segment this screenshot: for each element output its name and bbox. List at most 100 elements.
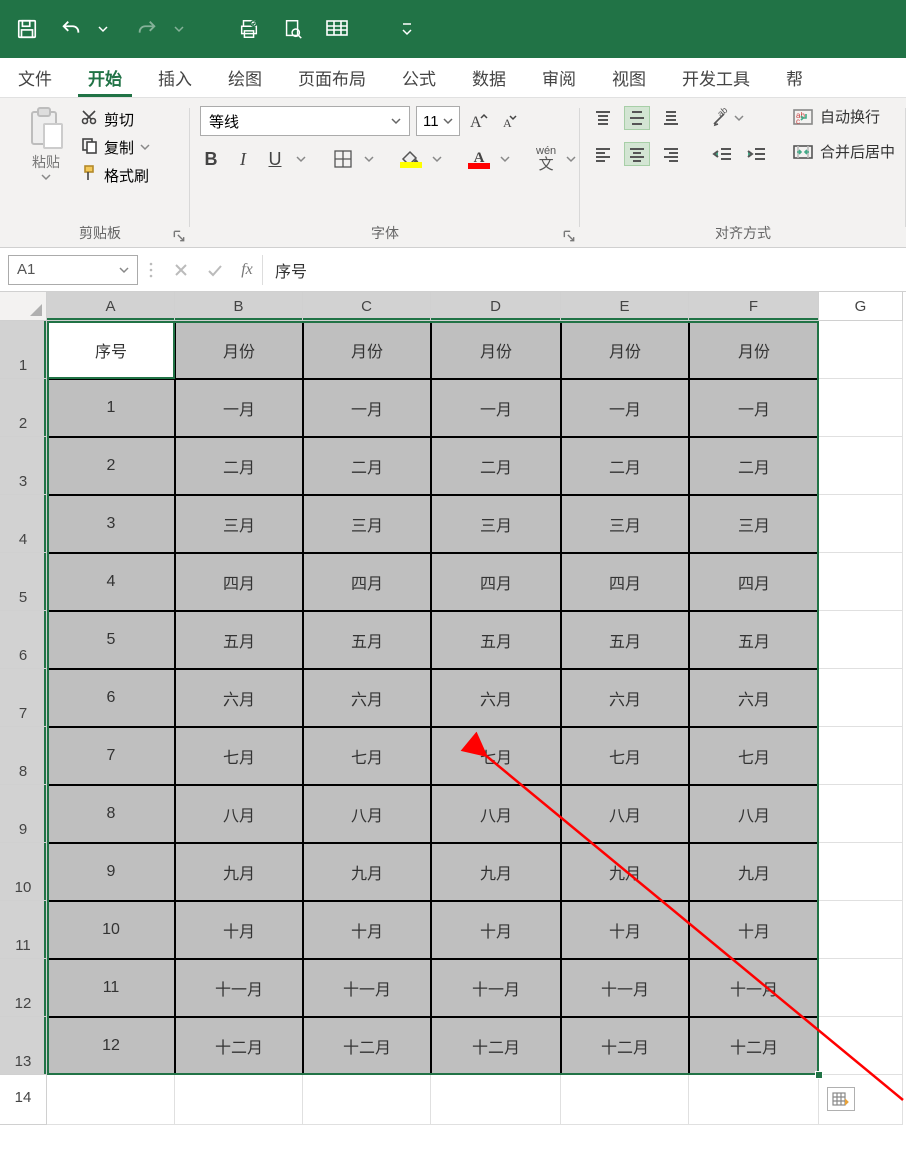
data-cell[interactable]: 十一月 — [175, 959, 303, 1017]
data-cell[interactable]: 十二月 — [175, 1017, 303, 1075]
tab-formulas[interactable]: 公式 — [384, 58, 454, 97]
data-cell[interactable]: 十月 — [689, 901, 819, 959]
empty-cell[interactable] — [819, 901, 903, 959]
empty-cell[interactable] — [561, 1075, 689, 1125]
row-header[interactable]: 3 — [0, 437, 47, 495]
font-size-combobox[interactable]: 11 — [416, 106, 460, 136]
data-cell[interactable]: 二月 — [431, 437, 561, 495]
column-header[interactable]: C — [303, 292, 431, 321]
data-cell[interactable]: 六月 — [175, 669, 303, 727]
tab-insert[interactable]: 插入 — [140, 58, 210, 97]
column-header[interactable]: B — [175, 292, 303, 321]
data-cell[interactable]: 8 — [47, 785, 175, 843]
data-cell[interactable]: 9 — [47, 843, 175, 901]
italic-button[interactable]: I — [232, 147, 254, 171]
data-cell[interactable]: 四月 — [561, 553, 689, 611]
row-header[interactable]: 14 — [0, 1075, 47, 1125]
data-cell[interactable]: 九月 — [303, 843, 431, 901]
data-cell[interactable]: 八月 — [175, 785, 303, 843]
data-cell[interactable]: 1 — [47, 379, 175, 437]
empty-cell[interactable] — [819, 321, 903, 379]
underline-dropdown[interactable] — [296, 147, 306, 171]
enter-formula-button[interactable] — [198, 255, 232, 285]
data-cell[interactable]: 一月 — [303, 379, 431, 437]
empty-cell[interactable] — [819, 1017, 903, 1075]
data-cell[interactable]: 月份 — [689, 321, 819, 379]
data-cell[interactable]: 六月 — [689, 669, 819, 727]
empty-cell[interactable] — [819, 495, 903, 553]
align-middle-button[interactable] — [624, 106, 650, 130]
data-cell[interactable]: 一月 — [689, 379, 819, 437]
tab-help[interactable]: 帮 — [768, 58, 805, 97]
font-name-combobox[interactable]: 等线 — [200, 106, 410, 136]
redo-button[interactable] — [134, 16, 160, 42]
row-header[interactable]: 8 — [0, 727, 47, 785]
data-cell[interactable]: 十月 — [175, 901, 303, 959]
data-cell[interactable]: 月份 — [303, 321, 431, 379]
phonetic-dropdown[interactable] — [566, 147, 576, 171]
empty-cell[interactable] — [819, 553, 903, 611]
column-header[interactable]: A — [47, 292, 175, 321]
cut-button[interactable]: 剪切 — [80, 108, 150, 130]
empty-cell[interactable] — [819, 437, 903, 495]
copy-button[interactable]: 复制 — [80, 136, 150, 158]
data-cell[interactable]: 11 — [47, 959, 175, 1017]
data-cell[interactable]: 三月 — [689, 495, 819, 553]
data-cell[interactable]: 十月 — [303, 901, 431, 959]
format-painter-button[interactable]: 格式刷 — [80, 164, 150, 186]
column-header[interactable]: F — [689, 292, 819, 321]
column-header[interactable]: G — [819, 292, 903, 321]
tab-page-layout[interactable]: 页面布局 — [280, 58, 384, 97]
row-header[interactable]: 11 — [0, 901, 47, 959]
data-cell[interactable]: 十一月 — [561, 959, 689, 1017]
data-cell[interactable]: 七月 — [431, 727, 561, 785]
data-cell[interactable]: 一月 — [431, 379, 561, 437]
select-all-button[interactable] — [0, 292, 47, 321]
data-cell[interactable]: 10 — [47, 901, 175, 959]
qat-customize-dropdown[interactable] — [394, 16, 420, 42]
fill-color-button[interactable] — [400, 147, 422, 171]
data-cell[interactable]: 十一月 — [303, 959, 431, 1017]
orientation-button[interactable]: ab — [710, 108, 744, 128]
data-cell[interactable]: 月份 — [561, 321, 689, 379]
data-cell[interactable]: 七月 — [175, 727, 303, 785]
empty-cell[interactable] — [819, 379, 903, 437]
empty-cell[interactable] — [819, 785, 903, 843]
increase-font-button[interactable]: A — [466, 106, 492, 136]
empty-cell[interactable] — [47, 1075, 175, 1125]
tab-data[interactable]: 数据 — [454, 58, 524, 97]
data-cell[interactable]: 四月 — [175, 553, 303, 611]
align-top-button[interactable] — [590, 106, 616, 130]
data-cell[interactable]: 六月 — [561, 669, 689, 727]
empty-cell[interactable] — [819, 669, 903, 727]
data-cell[interactable]: 十二月 — [689, 1017, 819, 1075]
data-cell[interactable]: 7 — [47, 727, 175, 785]
data-cell[interactable]: 四月 — [431, 553, 561, 611]
insert-function-button[interactable]: fx — [232, 261, 262, 279]
active-cell[interactable]: 序号 — [47, 321, 175, 379]
data-cell[interactable]: 十一月 — [431, 959, 561, 1017]
name-box[interactable]: A1 — [8, 255, 138, 285]
data-cell[interactable]: 八月 — [303, 785, 431, 843]
print-preview-button[interactable] — [280, 16, 306, 42]
data-cell[interactable]: 十月 — [561, 901, 689, 959]
row-header[interactable]: 2 — [0, 379, 47, 437]
data-cell[interactable]: 月份 — [431, 321, 561, 379]
data-cell[interactable]: 十一月 — [689, 959, 819, 1017]
save-button[interactable] — [14, 16, 40, 42]
data-cell[interactable]: 五月 — [689, 611, 819, 669]
data-cell[interactable]: 12 — [47, 1017, 175, 1075]
data-cell[interactable]: 十月 — [431, 901, 561, 959]
data-cell[interactable]: 3 — [47, 495, 175, 553]
data-cell[interactable]: 六月 — [431, 669, 561, 727]
data-cell[interactable]: 八月 — [689, 785, 819, 843]
empty-cell[interactable] — [303, 1075, 431, 1125]
data-cell[interactable]: 二月 — [175, 437, 303, 495]
align-left-button[interactable] — [590, 142, 616, 166]
data-cell[interactable]: 三月 — [431, 495, 561, 553]
fill-handle[interactable] — [815, 1071, 823, 1079]
formula-input[interactable]: 序号 — [262, 255, 898, 285]
paste-button[interactable]: 粘贴 — [20, 106, 72, 182]
data-cell[interactable]: 十二月 — [303, 1017, 431, 1075]
wrap-text-button[interactable]: abc 自动换行 — [792, 106, 895, 127]
